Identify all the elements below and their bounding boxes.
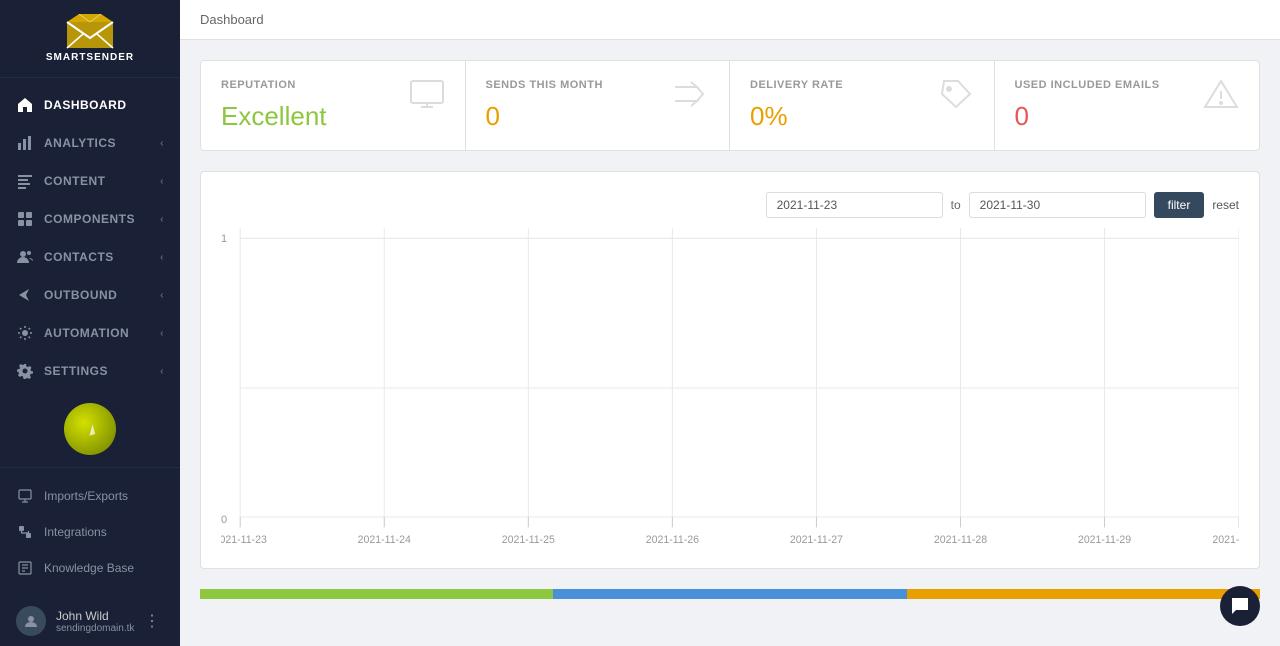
date-from-input[interactable]: [766, 192, 943, 218]
sidebar-item-knowledge-base[interactable]: Knowledge Base: [0, 550, 180, 586]
analytics-icon: [16, 134, 34, 152]
chart-y-min: 0: [221, 514, 227, 526]
sidebar-item-contacts[interactable]: CONTACTS ‹: [0, 238, 180, 276]
integrations-label: Integrations: [44, 525, 107, 539]
home-icon: [16, 96, 34, 114]
sidebar: SMARTSENDER DASHBOARD ANALYTICS ‹ CONTEN…: [0, 0, 180, 646]
shuffle-icon: [673, 79, 709, 114]
sidebar-item-label: SETTINGS: [44, 364, 108, 378]
tag-icon: [938, 79, 974, 114]
sidebar-item-label: CONTENT: [44, 174, 106, 188]
to-label: to: [951, 198, 961, 212]
svg-text:2021-11-24: 2021-11-24: [358, 534, 411, 546]
contacts-icon: [16, 248, 34, 266]
logo-svg: [65, 14, 115, 50]
bar-blue: [553, 589, 906, 599]
bar-orange: [907, 589, 1260, 599]
svg-text:2021-11-28: 2021-11-28: [934, 534, 987, 546]
chevron-icon: ‹: [160, 366, 164, 377]
stat-card-emails: USED INCLUDED EMAILS 0: [995, 61, 1260, 150]
svg-text:2021-11-25: 2021-11-25: [502, 534, 555, 546]
user-info: John Wild sendingdomain.tk: [56, 609, 140, 634]
sidebar-item-settings[interactable]: SETTINGS ‹: [0, 352, 180, 390]
sidebar-item-label: OUTBOUND: [44, 288, 117, 302]
chevron-icon: ‹: [160, 328, 164, 339]
main-content: Dashboard REPUTATION Excellent SENDS THI…: [180, 0, 1280, 646]
chart-section: to filter reset 1: [200, 171, 1260, 569]
outbound-icon: [16, 286, 34, 304]
bottom-bars: [200, 589, 1260, 599]
user-name: John Wild: [56, 609, 140, 623]
sidebar-item-content[interactable]: CONTENT ‹: [0, 162, 180, 200]
avatar-section: [0, 391, 180, 467]
imports-exports-label: Imports/Exports: [44, 489, 128, 503]
chart-area: 1: [221, 228, 1239, 548]
logo-text: SMARTSENDER: [46, 52, 134, 63]
svg-text:2021-11-26: 2021-11-26: [646, 534, 699, 546]
sidebar-item-label: AUTOMATION: [44, 326, 129, 340]
sidebar-item-imports-exports[interactable]: Imports/Exports: [0, 478, 180, 514]
stat-cards: REPUTATION Excellent SENDS THIS MONTH 0: [200, 60, 1260, 151]
svg-text:2021-11-23: 2021-11-23: [221, 534, 267, 546]
chevron-icon: ‹: [160, 252, 164, 263]
date-to-input[interactable]: [969, 192, 1146, 218]
svg-text:2021-11-27: 2021-11-27: [790, 534, 843, 546]
chat-icon: [1230, 596, 1250, 616]
filter-button[interactable]: filter: [1154, 192, 1205, 218]
automation-icon: [16, 324, 34, 342]
user-email: sendingdomain.tk: [56, 623, 140, 634]
user-avatar: [16, 606, 46, 636]
knowledge-base-label: Knowledge Base: [44, 561, 134, 575]
main-body: REPUTATION Excellent SENDS THIS MONTH 0: [180, 40, 1280, 646]
sidebar-item-label: COMPONENTS: [44, 212, 135, 226]
bar-green: [200, 589, 553, 599]
logo: SMARTSENDER: [0, 0, 180, 78]
user-menu-button[interactable]: ⋮: [140, 609, 164, 633]
sidebar-item-dashboard[interactable]: DASHBOARD: [0, 86, 180, 124]
sidebar-item-outbound[interactable]: OUTBOUND ‹: [0, 276, 180, 314]
sidebar-item-integrations[interactable]: Integrations: [0, 514, 180, 550]
avatar: [64, 403, 116, 455]
stat-card-sends: SENDS THIS MONTH 0: [466, 61, 731, 150]
sidebar-item-label: DASHBOARD: [44, 98, 127, 112]
knowledge-icon: [16, 559, 34, 577]
chevron-icon: ‹: [160, 138, 164, 149]
chart-svg: 2021-11-23 2021-11-24 2021-11-25 2021-11…: [221, 228, 1239, 548]
svg-text:2021-11-29: 2021-11-29: [1078, 534, 1131, 546]
content-icon: [16, 172, 34, 190]
stat-card-delivery: DELIVERY RATE 0%: [730, 61, 995, 150]
sidebar-item-label: CONTACTS: [44, 250, 114, 264]
chevron-icon: ‹: [160, 290, 164, 301]
chevron-icon: ‹: [160, 176, 164, 187]
sidebar-item-label: ANALYTICS: [44, 136, 116, 150]
sidebar-item-analytics[interactable]: ANALYTICS ‹: [0, 124, 180, 162]
settings-icon: [16, 362, 34, 380]
nav-items: DASHBOARD ANALYTICS ‹ CONTENT ‹ COMPONEN…: [0, 78, 180, 391]
chat-bubble-button[interactable]: [1220, 586, 1260, 626]
svg-text:2021-11-30: 2021-11-30: [1212, 534, 1239, 546]
breadcrumb: Dashboard: [180, 0, 1280, 40]
cursor-icon: [87, 424, 95, 435]
sidebar-item-automation[interactable]: AUTOMATION ‹: [0, 314, 180, 352]
chart-y-max: 1: [221, 233, 227, 245]
user-section: John Wild sendingdomain.tk ⋮: [0, 596, 180, 646]
warning-icon: [1203, 79, 1239, 114]
stat-card-reputation: REPUTATION Excellent: [201, 61, 466, 150]
sidebar-item-components[interactable]: COMPONENTS ‹: [0, 200, 180, 238]
monitor-icon: [409, 79, 445, 114]
logo-box: SMARTSENDER: [46, 14, 134, 63]
import-icon: [16, 487, 34, 505]
sidebar-bottom: Imports/Exports Integrations Knowledge B…: [0, 467, 180, 596]
components-icon: [16, 210, 34, 228]
chevron-icon: ‹: [160, 214, 164, 225]
reset-button[interactable]: reset: [1212, 198, 1239, 212]
integrations-icon: [16, 523, 34, 541]
chart-controls: to filter reset: [221, 192, 1239, 218]
